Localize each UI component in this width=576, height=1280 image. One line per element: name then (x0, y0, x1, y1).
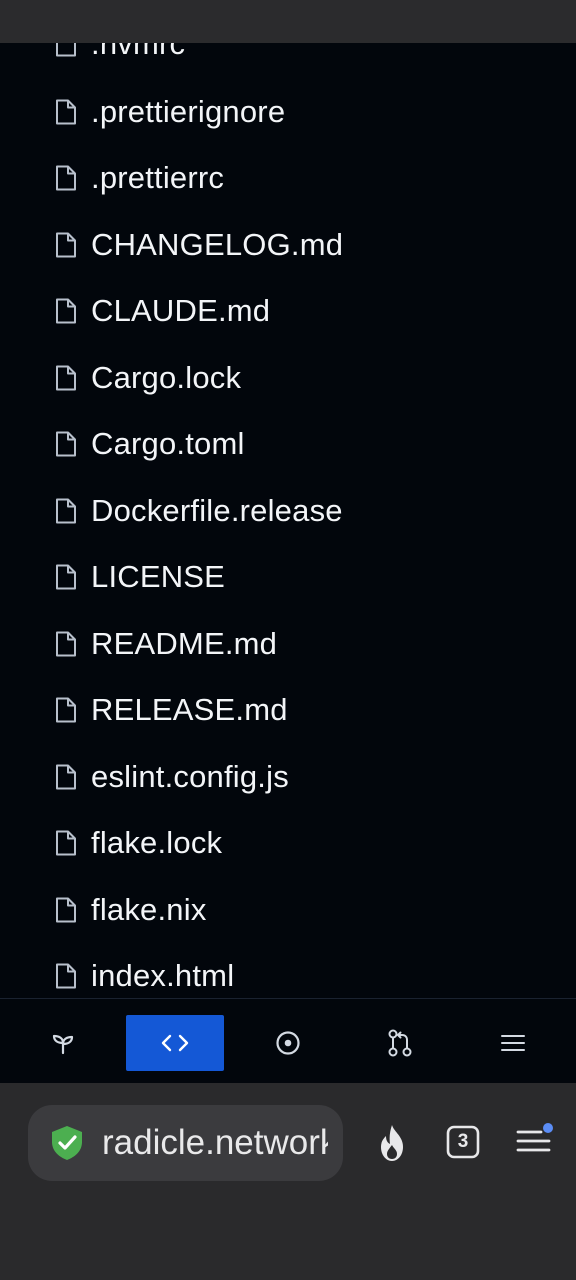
file-icon (56, 897, 76, 923)
menu-icon (501, 1035, 525, 1051)
tab-count: 3 (457, 1131, 469, 1152)
file-row[interactable]: RELEASE.md (0, 677, 576, 743)
file-row[interactable]: CLAUDE.md (0, 278, 576, 344)
file-row[interactable]: .prettierrc (0, 145, 576, 211)
file-name: .nvmrc (91, 43, 186, 61)
file-row[interactable]: CHANGELOG.md (0, 212, 576, 278)
tab-switcher-button[interactable]: 3 (446, 1125, 480, 1164)
url-text: radicle.network (102, 1123, 328, 1162)
seedling-icon (52, 1034, 74, 1055)
file-row[interactable]: eslint.config.js (0, 744, 576, 810)
file-row[interactable]: flake.nix (0, 877, 576, 943)
file-row[interactable]: index.html (0, 943, 576, 998)
browser-menu-icon[interactable] (515, 1123, 555, 1159)
file-name: index.html (91, 958, 235, 993)
file-name: Cargo.lock (91, 360, 242, 395)
file-name: eslint.config.js (91, 759, 289, 794)
code-icon (161, 1034, 189, 1052)
file-icon (56, 697, 76, 723)
file-icon (56, 298, 76, 324)
file-icon (56, 431, 76, 457)
file-row[interactable]: README.md (0, 611, 576, 677)
status-bar (0, 0, 576, 43)
file-icon (56, 232, 76, 258)
file-name: flake.lock (91, 825, 223, 860)
file-name: flake.nix (91, 892, 207, 927)
file-icon (56, 963, 76, 989)
patches-tab-button[interactable] (351, 1015, 449, 1071)
file-icon (56, 764, 76, 790)
file-row[interactable]: LICENSE (0, 544, 576, 610)
file-icon (56, 830, 76, 856)
browser-toolbar: radicle.network 3 (0, 1083, 576, 1280)
issues-tab-button[interactable] (239, 1015, 337, 1071)
repo-nav-bar (0, 998, 576, 1083)
file-row[interactable]: .nvmrc (0, 43, 576, 77)
flame-icon[interactable] (374, 1123, 410, 1163)
target-icon (276, 1031, 300, 1055)
shield-check-icon (52, 1126, 82, 1160)
file-row[interactable]: flake.lock (0, 810, 576, 876)
file-icon (56, 498, 76, 524)
file-row[interactable]: Dockerfile.release (0, 478, 576, 544)
file-icon (56, 564, 76, 590)
file-name: LICENSE (91, 559, 226, 594)
file-name: README.md (91, 626, 278, 661)
file-icon (56, 365, 76, 391)
pull-request-icon (388, 1029, 412, 1057)
file-name: Cargo.toml (91, 426, 245, 461)
file-row[interactable]: Cargo.toml (0, 411, 576, 477)
file-icon (56, 43, 76, 57)
address-bar[interactable]: radicle.network (28, 1105, 343, 1181)
file-name: CLAUDE.md (91, 293, 271, 328)
file-name: .prettierrc (91, 160, 225, 195)
file-row[interactable]: Cargo.lock (0, 345, 576, 411)
file-list[interactable]: .nvmrc .prettierignore .prettierrc CHANG… (0, 43, 576, 998)
file-name: .prettierignore (91, 94, 286, 129)
file-icon (56, 165, 76, 191)
file-icon (56, 99, 76, 125)
file-icon (56, 631, 76, 657)
source-tab-button[interactable] (14, 1015, 112, 1071)
file-row[interactable]: .prettierignore (0, 79, 576, 145)
file-name: RELEASE.md (91, 692, 288, 727)
file-name: CHANGELOG.md (91, 227, 344, 262)
code-tab-button[interactable] (126, 1015, 224, 1071)
menu-tab-button[interactable] (464, 1015, 562, 1071)
file-name: Dockerfile.release (91, 493, 343, 528)
